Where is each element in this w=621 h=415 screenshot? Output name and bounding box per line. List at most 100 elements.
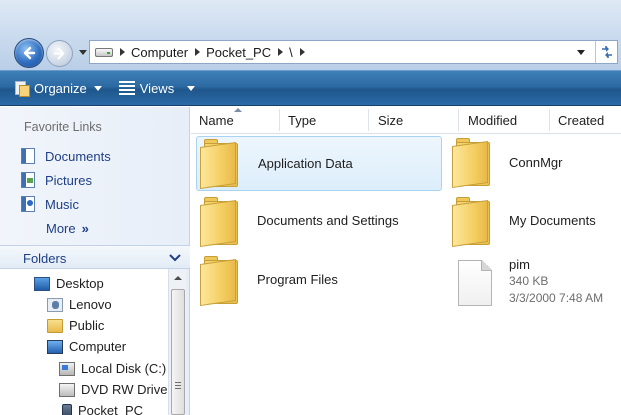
favorite-links-heading: Favorite Links xyxy=(24,120,102,134)
tree-item-desktop[interactable]: Desktop xyxy=(34,274,104,293)
file-item-documents-and-settings[interactable]: Documents and Settings xyxy=(196,195,442,250)
refresh-button[interactable] xyxy=(595,41,617,63)
column-label: Created xyxy=(558,113,605,128)
views-button[interactable]: Views xyxy=(118,80,196,96)
local-disk-icon xyxy=(59,361,75,376)
more-label: More xyxy=(46,221,76,236)
folder-icon xyxy=(200,256,240,308)
column-header-created[interactable]: Created xyxy=(558,107,604,134)
computer-icon xyxy=(47,339,63,354)
column-label: Name xyxy=(199,113,234,128)
column-label: Size xyxy=(378,113,404,128)
folder-icon xyxy=(200,197,240,249)
file-item-name: Documents and Settings xyxy=(257,213,399,228)
folders-heading: Folders xyxy=(23,251,67,266)
tree-item-pocket-pc[interactable]: Pocket_PC xyxy=(62,401,143,415)
chevron-down-icon xyxy=(169,254,181,262)
file-item-size: 340 KB xyxy=(509,274,549,288)
folder-tree-scrollbar[interactable] xyxy=(168,269,186,415)
user-folder-icon xyxy=(47,297,63,312)
favorite-link-documents[interactable]: Documents xyxy=(21,147,111,165)
file-item-name: Program Files xyxy=(257,272,338,287)
tree-item-label: Desktop xyxy=(56,276,104,291)
tree-item-label: Computer xyxy=(69,339,127,354)
more-links-button[interactable]: More » xyxy=(46,221,89,236)
file-item-connmgr[interactable]: ConnMgr xyxy=(448,136,618,191)
pocket-pc-icon xyxy=(62,403,72,415)
favorite-link-pictures[interactable]: Pictures xyxy=(21,171,92,189)
documents-folder-icon xyxy=(452,197,492,249)
sort-ascending-icon xyxy=(234,108,242,112)
folder-tree: Desktop Lenovo Public Computer Local Dis… xyxy=(0,269,168,415)
tree-item-label: Lenovo xyxy=(69,297,112,312)
tree-item-label: Pocket_PC xyxy=(78,403,144,415)
favorite-link-label: Documents xyxy=(45,148,111,164)
column-header-size[interactable]: Size xyxy=(378,107,403,134)
tree-item-lenovo[interactable]: Lenovo xyxy=(47,295,112,314)
column-label: Modified xyxy=(468,113,518,128)
forward-arrow-icon xyxy=(53,47,65,60)
breadcrumb-chevron-icon[interactable] xyxy=(195,48,201,56)
tree-item-label: Public xyxy=(69,318,105,333)
scroll-up-icon[interactable] xyxy=(174,276,182,280)
tree-item-public[interactable]: Public xyxy=(47,316,104,335)
tree-item-local-disk[interactable]: Local Disk (C:) xyxy=(59,359,166,378)
file-item-name: ConnMgr xyxy=(509,155,563,170)
organize-label: Organize xyxy=(34,80,87,96)
breadcrumb-chevron-icon[interactable] xyxy=(120,48,125,56)
file-item-program-files[interactable]: Program Files xyxy=(196,254,442,309)
tree-item-computer[interactable]: Computer xyxy=(47,337,126,356)
column-header-type[interactable]: Type xyxy=(288,107,316,134)
recent-pages-dropdown[interactable] xyxy=(79,50,87,55)
folder-icon xyxy=(452,138,492,190)
chevron-down-icon xyxy=(93,85,102,91)
pictures-icon xyxy=(21,172,35,188)
double-chevron-icon: » xyxy=(81,221,89,236)
breadcrumb-chevron-icon[interactable] xyxy=(299,48,305,56)
file-item-name: My Documents xyxy=(509,213,596,228)
breadcrumb-chevron-icon[interactable] xyxy=(278,48,284,56)
tree-item-label: DVD RW Drive xyxy=(81,382,168,397)
favorite-link-music[interactable]: Music xyxy=(21,195,79,213)
documents-icon xyxy=(21,148,35,164)
folder-icon xyxy=(200,139,240,191)
tree-item-dvd-drive[interactable]: DVD RW Drive xyxy=(59,380,167,399)
back-arrow-icon xyxy=(23,46,36,60)
desktop-icon xyxy=(34,276,50,291)
back-button[interactable] xyxy=(14,38,44,68)
organize-icon xyxy=(13,80,30,97)
refresh-icon xyxy=(601,46,612,58)
address-bar[interactable]: Computer Pocket_PC \ xyxy=(89,40,618,64)
navigation-bar: Computer Pocket_PC \ xyxy=(0,0,621,70)
breadcrumb-pocket-pc[interactable]: Pocket_PC xyxy=(206,45,271,60)
column-label: Type xyxy=(288,113,317,128)
favorite-link-label: Pictures xyxy=(45,172,92,188)
forward-button[interactable] xyxy=(46,40,73,67)
file-item-my-documents[interactable]: My Documents xyxy=(448,195,618,250)
file-item-modified: 3/3/2000 7:48 AM xyxy=(509,291,604,305)
file-item-name: Application Data xyxy=(258,156,353,171)
organize-button[interactable]: Organize xyxy=(13,80,102,97)
column-header-modified[interactable]: Modified xyxy=(468,107,517,134)
breadcrumb-root[interactable]: \ xyxy=(289,45,293,60)
file-item-application-data[interactable]: Application Data xyxy=(196,136,442,191)
scrollbar-thumb[interactable] xyxy=(171,289,185,415)
address-dropdown-icon[interactable] xyxy=(577,49,585,55)
drive-icon xyxy=(95,47,113,57)
favorite-link-label: Music xyxy=(45,196,79,212)
navigation-pane: Favorite Links Documents Pictures Music … xyxy=(0,107,190,415)
music-icon xyxy=(21,196,35,212)
file-item-pim[interactable]: pim 340 KB 3/3/2000 7:48 AM xyxy=(448,254,618,312)
tree-item-label: Local Disk (C:) xyxy=(81,361,167,376)
views-label: Views xyxy=(139,80,175,96)
views-icon xyxy=(118,81,135,95)
file-icon xyxy=(458,260,492,306)
file-item-name: pim xyxy=(509,257,530,272)
file-list: Application Data ConnMgr Documents and S… xyxy=(191,135,621,415)
dvd-drive-icon xyxy=(59,382,75,397)
folder-icon xyxy=(47,318,63,333)
column-header-name[interactable]: Name xyxy=(199,107,234,134)
breadcrumb-computer[interactable]: Computer xyxy=(131,45,188,60)
scrollbar-grip-icon xyxy=(175,382,181,383)
folders-header[interactable]: Folders xyxy=(0,245,190,269)
